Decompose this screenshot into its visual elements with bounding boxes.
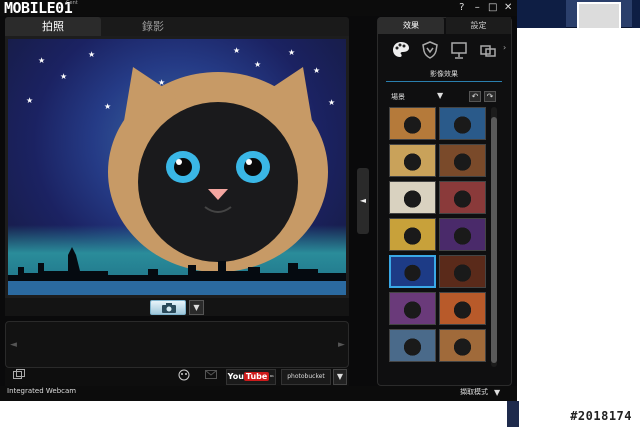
capture-photo-button[interactable]	[150, 300, 186, 315]
desktop-area	[517, 28, 640, 373]
star-decoration: ★	[88, 50, 96, 59]
effect-thumbnail[interactable]	[439, 292, 486, 325]
effect-thumbnail[interactable]	[389, 181, 436, 214]
photobucket-upload-button[interactable]: photobucket	[281, 369, 331, 385]
close-button[interactable]: ✕	[502, 1, 516, 14]
effects-shortcut-button[interactable]	[176, 369, 192, 385]
capture-options-dropdown[interactable]: ▼	[189, 300, 204, 315]
effect-thumbnail[interactable]	[439, 329, 486, 362]
cat-plush-subject	[108, 67, 328, 272]
effects-grid	[389, 107, 487, 367]
layers-icon[interactable]	[478, 40, 498, 60]
strip-prev-button[interactable]: ◄	[10, 340, 17, 350]
effect-thumbnail[interactable]	[389, 107, 436, 140]
shield-icon[interactable]	[420, 40, 440, 60]
watermark: #2018174	[570, 409, 632, 423]
capture-mode-dropdown[interactable]: ▼	[494, 388, 500, 397]
strip-next-button[interactable]: ►	[338, 340, 345, 350]
youtube-tube: Tube	[243, 372, 270, 381]
maximize-button[interactable]: □	[486, 1, 500, 14]
palette-icon[interactable]	[391, 40, 411, 60]
app-logo-sub: Cent	[66, 0, 78, 6]
effect-thumbnail[interactable]	[389, 255, 436, 288]
window-controls: ? – □ ✕	[455, 1, 515, 14]
effect-category-select[interactable]: 場景	[391, 92, 405, 102]
email-icon	[205, 370, 217, 379]
chevron-down-icon[interactable]: ▼	[437, 91, 443, 100]
webcam-preview: ★ ★ ★ ★ ★ ★ ★ ★ ★ ★ ★ ★	[8, 39, 346, 295]
taskbar-scroll[interactable]	[507, 401, 519, 427]
captured-media-strip[interactable]: ◄ ►	[5, 321, 349, 368]
desktop-area	[0, 401, 640, 427]
minimize-button[interactable]: –	[471, 1, 485, 14]
camera-icon	[162, 303, 176, 313]
open-gallery-button[interactable]	[12, 369, 26, 385]
capture-mode-label: 擷取模式	[460, 388, 488, 396]
star-decoration: ★	[38, 56, 46, 65]
collapse-panel-button[interactable]: ◄	[357, 168, 369, 234]
app-logo: MOBILE01	[4, 0, 73, 17]
upload-options-dropdown[interactable]: ▼	[333, 369, 347, 385]
effect-thumbnail[interactable]	[389, 144, 436, 177]
email-button[interactable]	[203, 369, 219, 385]
effect-thumbnail[interactable]	[439, 181, 486, 214]
effect-thumbnail[interactable]	[389, 329, 436, 362]
tab-video[interactable]: 錄影	[105, 17, 201, 36]
star-decoration: ★	[233, 46, 241, 55]
tab-settings[interactable]: 設定	[446, 17, 511, 34]
effect-thumbnail[interactable]	[439, 218, 486, 251]
status-bar: Integrated Webcam 擷取模式	[0, 386, 517, 401]
desktop-area	[517, 373, 640, 401]
gallery-icon	[13, 369, 25, 379]
effect-thumbnail[interactable]	[439, 107, 486, 140]
star-decoration: ★	[26, 96, 34, 105]
title-bar: MOBILE01 Cent ? – □ ✕	[0, 0, 517, 17]
mode-tabs: 拍照 錄影	[5, 17, 349, 36]
star-decoration: ★	[288, 48, 296, 57]
preview-frame: ★ ★ ★ ★ ★ ★ ★ ★ ★ ★ ★ ★	[5, 36, 349, 298]
youtube-you: You	[227, 372, 244, 381]
youtube-trademark: ™	[269, 375, 275, 381]
effect-thumbnail[interactable]	[389, 292, 436, 325]
redo-icon[interactable]: ↷	[484, 91, 496, 102]
star-decoration: ★	[60, 72, 68, 81]
presentation-icon[interactable]	[449, 40, 469, 60]
undo-icon[interactable]: ↶	[469, 91, 481, 102]
youtube-upload-button[interactable]: You Tube ™	[226, 369, 276, 385]
more-categories-button[interactable]: ›	[503, 43, 506, 52]
desktop-window-thumbnail[interactable]	[566, 0, 632, 28]
tab-effects[interactable]: 效果	[378, 17, 444, 34]
tab-photo[interactable]: 拍照	[5, 17, 101, 36]
city-skyline	[8, 247, 346, 285]
scene-water	[8, 281, 346, 295]
section-title: 影像效果	[386, 69, 502, 82]
effect-thumbnail[interactable]	[439, 144, 486, 177]
help-button[interactable]: ?	[455, 1, 469, 14]
effect-thumbnail[interactable]	[439, 255, 486, 288]
device-name: Integrated Webcam	[7, 387, 77, 395]
webcam-app-window: MOBILE01 Cent ? – □ ✕ 拍照 錄影 ★ ★ ★ ★ ★ ★ …	[0, 0, 517, 401]
effect-thumbnail[interactable]	[389, 218, 436, 251]
face-effect-icon	[178, 369, 190, 381]
effects-scroll-thumb[interactable]	[491, 117, 497, 363]
